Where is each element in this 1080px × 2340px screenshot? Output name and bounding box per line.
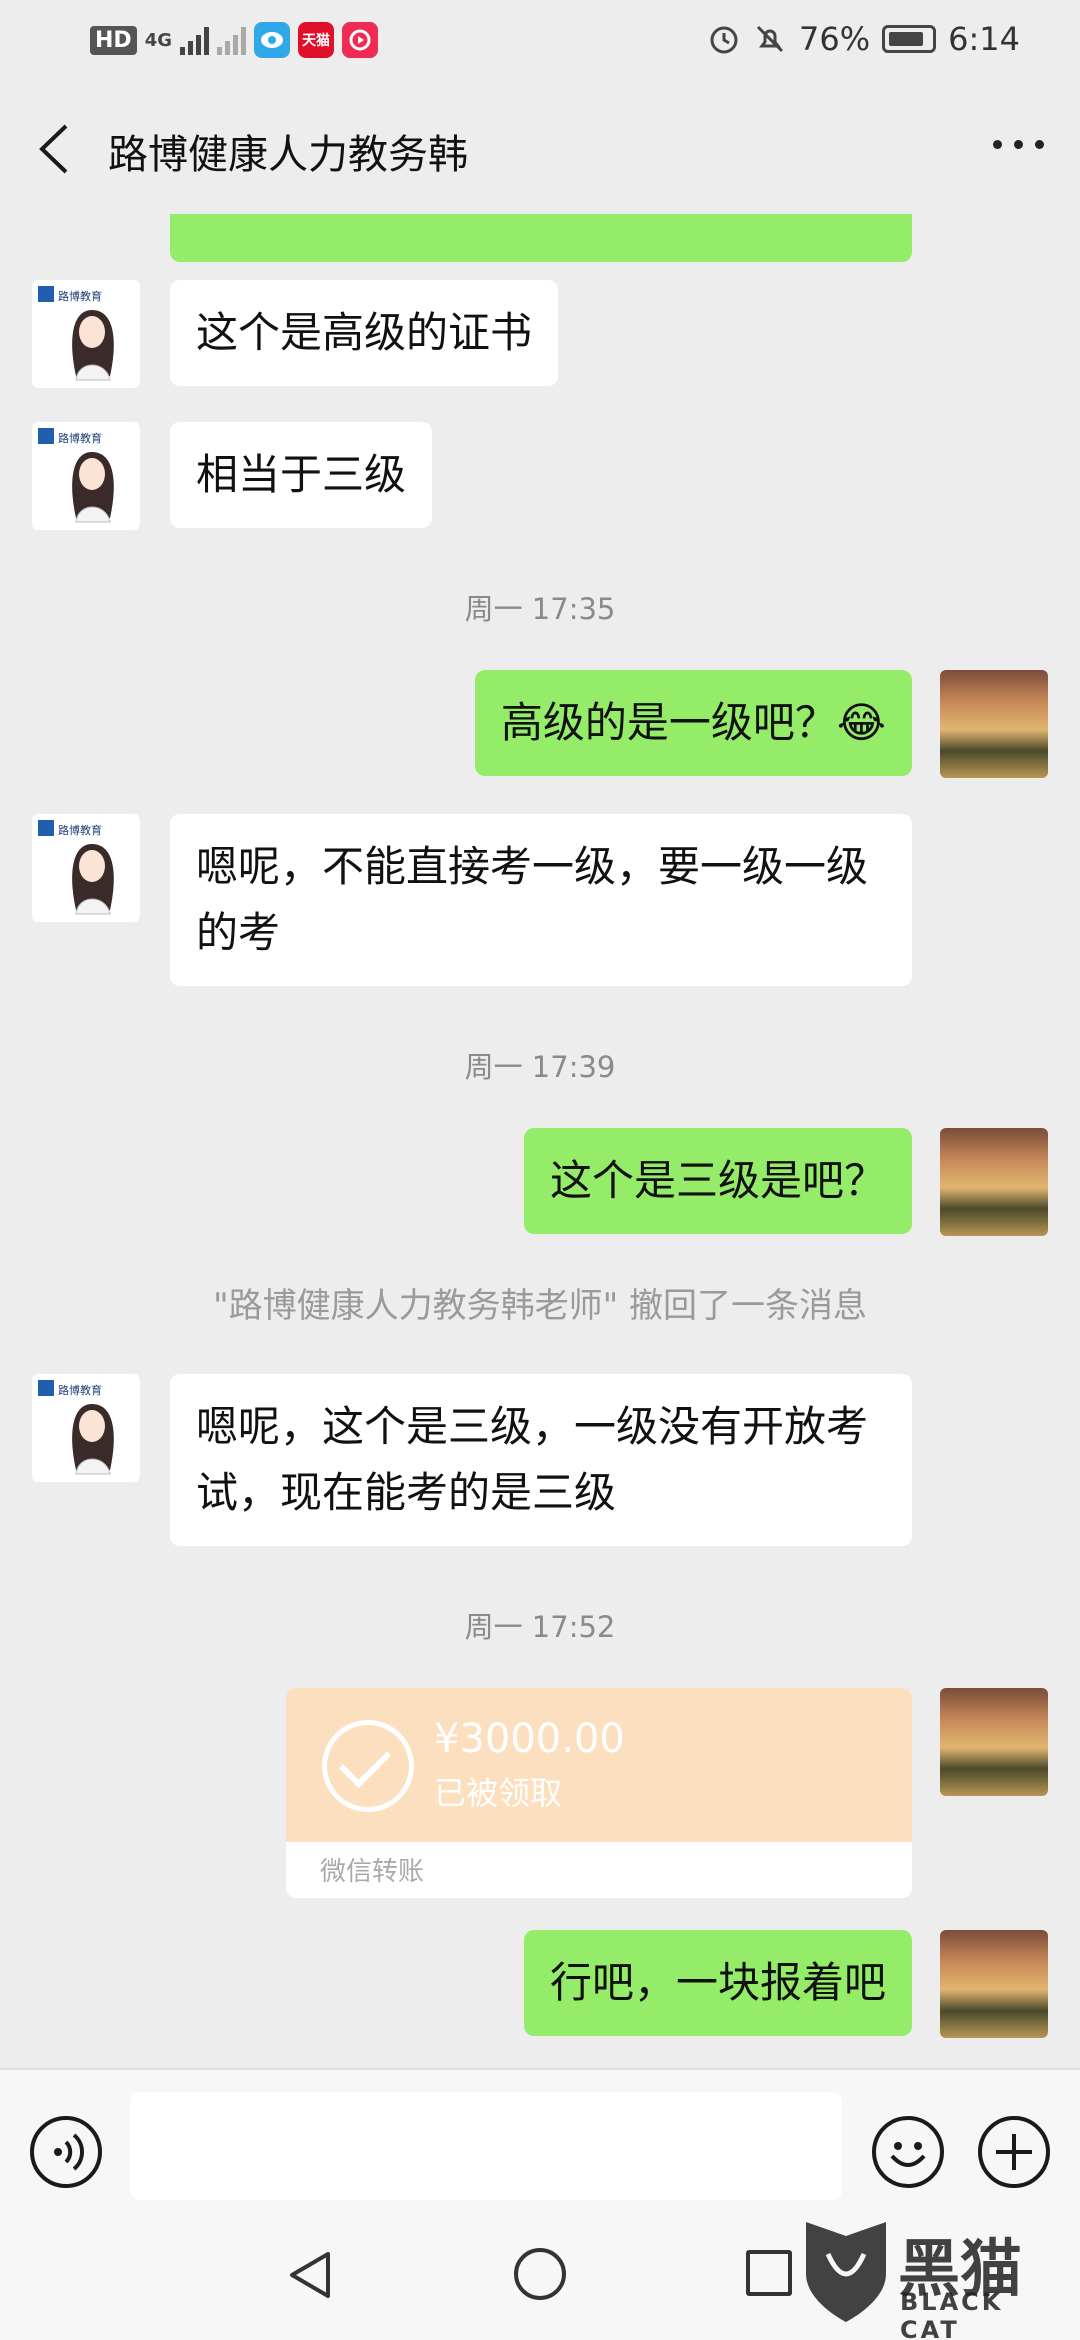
contact-avatar[interactable]: 路博教育 (32, 814, 140, 922)
contact-avatar[interactable]: 路博教育 (32, 280, 140, 388)
status-bar: HD 4G 天猫 76% 6:14 (0, 0, 1080, 84)
emoji-icon[interactable] (872, 2116, 944, 2188)
message-bubble-sent[interactable]: 行吧，一块报着吧 (523, 1930, 912, 2036)
add-more-icon[interactable] (978, 2116, 1050, 2188)
contact-avatar[interactable]: 路博教育 (32, 422, 140, 530)
teacher-avatar-image: 路博教育 (38, 428, 114, 523)
transfer-status: 已被领取 (434, 1774, 563, 1812)
teacher-avatar-image: 路博教育 (38, 286, 114, 381)
user-avatar[interactable] (940, 1128, 1048, 1236)
signal-icon (180, 25, 209, 55)
message-text: 这个是高级的证书 (196, 308, 533, 357)
avatar-logo-text: 路博教育 (58, 823, 102, 837)
nav-recent-icon[interactable] (746, 2250, 792, 2296)
black-cat-watermark: 黑猫 BLACK CAT (798, 2214, 1070, 2340)
clock: 6:14 (948, 20, 1020, 58)
message-input[interactable] (130, 2092, 842, 2200)
battery-percent: 76% (799, 20, 871, 58)
contact-avatar[interactable]: 路博教育 (32, 1374, 140, 1482)
user-avatar[interactable] (940, 670, 1048, 778)
mirror-app-icon (254, 22, 290, 58)
message-text: 嗯呢，这个是三级，一级没有开放考试，现在能考的是三级 (196, 1402, 869, 1517)
transfer-footer: 微信转账 (320, 1857, 425, 1887)
avatar-logo-text: 路博教育 (58, 1383, 102, 1397)
message-bubble[interactable]: 相当于三级 (170, 422, 433, 528)
user-avatar[interactable] (940, 1688, 1048, 1796)
signal-2-icon (217, 25, 246, 55)
wechat-transfer-card[interactable]: ¥3000.00 已被领取 微信转账 (286, 1688, 912, 1898)
message-list[interactable]: 路博教育 这个是高级的证书 路博教育 相当于三级 周一 17:35 高级的是一级… (0, 214, 1080, 2068)
battery-icon (882, 25, 937, 53)
teacher-avatar-image: 路博教育 (38, 820, 114, 915)
avatar-logo-text: 路博教育 (58, 431, 102, 445)
chat-title: 路博健康人力教务韩 (108, 132, 468, 178)
message-text: 高级的是一级吧？😂 (500, 698, 886, 747)
hd-indicator: HD (90, 25, 137, 55)
message-bubble-partial[interactable] (170, 214, 912, 262)
message-bubble[interactable]: 这个是高级的证书 (170, 280, 559, 386)
watermark-subtext: BLACK CAT (900, 2288, 1004, 2340)
checkmark-icon (322, 1720, 414, 1812)
cat-shield-icon (806, 2222, 886, 2322)
nav-home-icon[interactable] (514, 2248, 566, 2300)
transfer-amount: ¥3000.00 (434, 1716, 625, 1762)
video-app-icon (342, 22, 378, 58)
recall-notice: "路博健康人力教务韩老师" 撤回了一条消息 (212, 1286, 868, 1326)
message-bubble-sent[interactable]: 这个是三级是吧？ (523, 1128, 912, 1234)
chat-header: 路博健康人力教务韩 (0, 84, 1080, 214)
transfer-card-body: ¥3000.00 已被领取 (286, 1688, 912, 1842)
status-left: HD 4G 天猫 (90, 22, 378, 58)
tmall-app-icon: 天猫 (298, 22, 334, 58)
message-text: 这个是三级是吧？ (549, 1156, 886, 1205)
alarm-icon (710, 26, 738, 54)
user-avatar[interactable] (940, 1930, 1048, 2038)
timestamp: 周一 17:52 (464, 1610, 616, 1644)
more-options-icon[interactable] (993, 140, 1044, 149)
input-bar (0, 2068, 1080, 2208)
message-bubble[interactable]: 嗯呢，不能直接考一级，要一级一级的考 (170, 814, 912, 986)
network-type: 4G (144, 29, 172, 51)
message-bubble-sent[interactable]: 高级的是一级吧？😂 (474, 670, 912, 776)
timestamp: 周一 17:35 (464, 592, 616, 626)
back-arrow-icon[interactable] (30, 122, 80, 176)
message-text: 嗯呢，不能直接考一级，要一级一级的考 (196, 842, 869, 957)
message-text: 相当于三级 (196, 450, 407, 499)
nav-back-icon[interactable] (286, 2250, 336, 2300)
timestamp: 周一 17:39 (464, 1050, 616, 1084)
voice-input-icon[interactable] (30, 2116, 102, 2188)
teacher-avatar-image: 路博教育 (38, 1380, 114, 1475)
system-nav-bar: 黑猫 BLACK CAT (0, 2208, 1080, 2340)
message-bubble[interactable]: 嗯呢，这个是三级，一级没有开放考试，现在能考的是三级 (170, 1374, 912, 1546)
message-text: 行吧，一块报着吧 (549, 1958, 886, 2007)
status-right: 76% 6:14 (707, 20, 1020, 58)
avatar-logo-text: 路博教育 (58, 289, 102, 303)
mute-icon (756, 25, 784, 53)
